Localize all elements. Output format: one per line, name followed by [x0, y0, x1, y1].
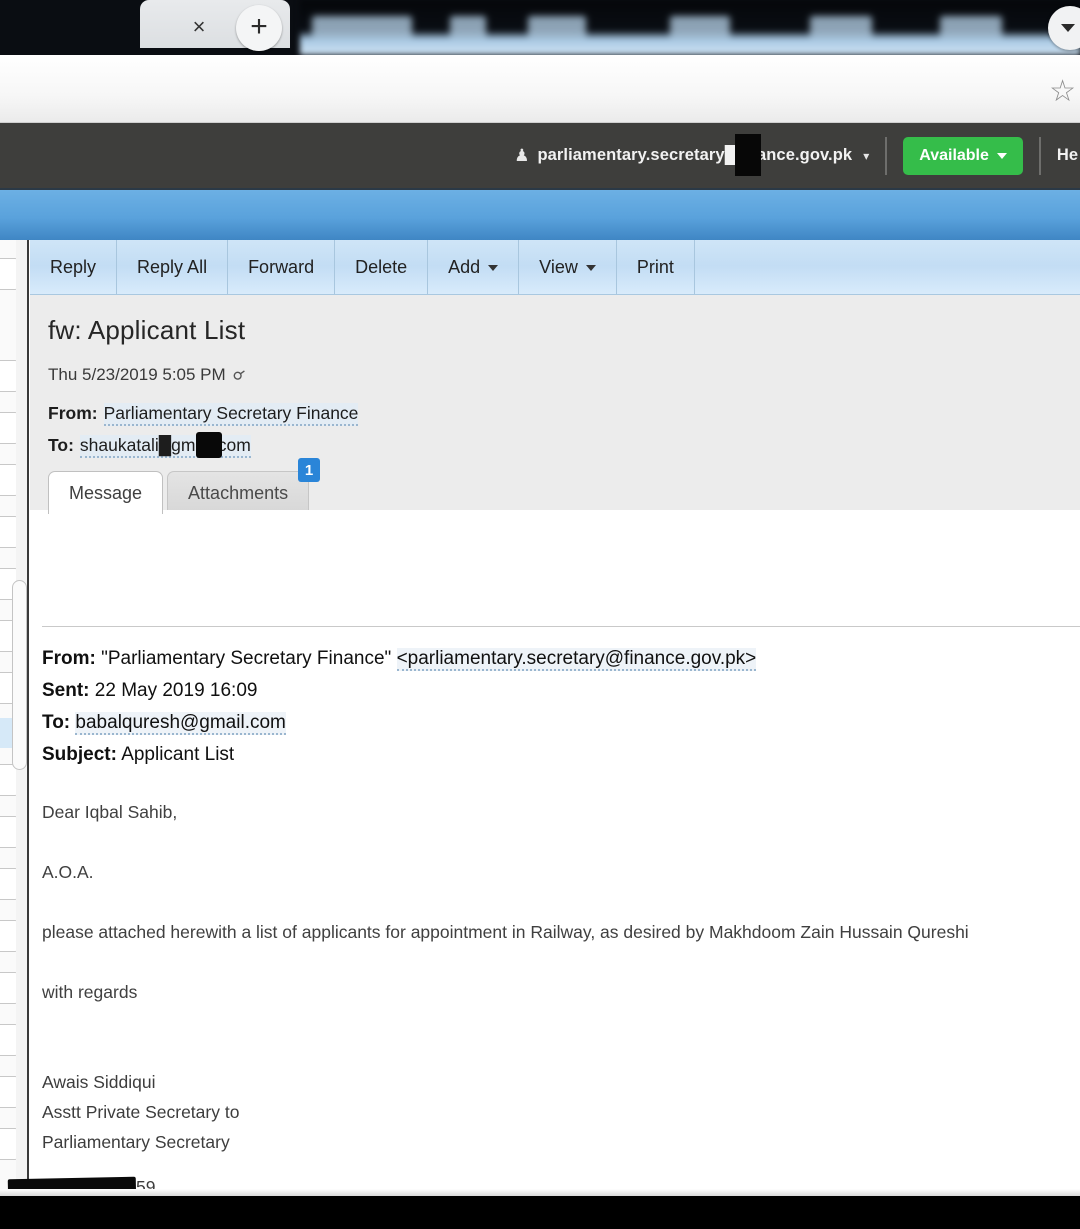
pane-separator — [27, 240, 29, 1189]
forward-label: Forward — [248, 256, 315, 277]
body-paragraph: please attached herewith a list of appli… — [42, 922, 969, 942]
quoted-subject-value: Applicant List — [121, 744, 235, 765]
quoted-sent-label: Sent: — [42, 680, 90, 701]
quoted-subject-label: Subject: — [42, 744, 117, 765]
message-to-row: To: shaukatali█gmail.com — [48, 432, 251, 458]
app-blue-bar — [0, 188, 1080, 240]
quoted-from-address[interactable]: <parliamentary.secretary@finance.gov.pk> — [396, 648, 757, 671]
message-from-row: From: Parliamentary Secretary Finance — [48, 403, 359, 426]
quoted-from-name: "Parliamentary Secretary Finance" — [101, 648, 392, 669]
print-label: Print — [636, 256, 674, 277]
message-datetime: Thu 5/23/2019 5:05 PM ☌ — [48, 365, 246, 385]
help-link[interactable]: He — [1057, 146, 1080, 165]
to-label: To: — [48, 435, 74, 455]
message-tabs: Message Attachments 1 — [48, 458, 321, 514]
from-value[interactable]: Parliamentary Secretary Finance — [103, 403, 359, 426]
message-datetime-text: Thu 5/23/2019 5:05 PM — [48, 365, 226, 384]
chevron-down-icon — [996, 152, 1007, 159]
message-subject: fw: Applicant List — [48, 315, 246, 345]
print-button[interactable]: Print — [617, 240, 695, 294]
reply-label: Reply — [50, 256, 97, 277]
chevron-down-icon — [488, 265, 499, 271]
to-value[interactable]: shaukatali█gmail.com — [79, 432, 251, 458]
app-header: ♟ parliamentary.secretary█finance.gov.pk… — [0, 123, 1080, 188]
bookmark-star-icon[interactable]: ☆ — [1049, 77, 1076, 107]
body-closing: with regards — [42, 982, 138, 1002]
tab-attachments-label: Attachments — [188, 483, 289, 503]
close-tab-icon[interactable]: × — [186, 14, 212, 40]
message-body: From: "Parliamentary Secretary Finance" … — [30, 510, 1080, 1189]
quoted-to-label: To: — [42, 712, 71, 733]
body-greeting: A.O.A. — [42, 862, 94, 882]
body-salutation: Dear Iqbal Sahib, — [42, 802, 178, 822]
sidebar-scrollbar-thumb[interactable] — [12, 580, 27, 770]
account-email-label: parliamentary.secretary█finance.gov.pk — [537, 134, 852, 176]
chevron-down-icon: ▾ — [863, 148, 870, 163]
paperclip-icon: ☌ — [229, 365, 247, 386]
quote-divider — [42, 626, 1080, 627]
chevron-down-icon — [585, 265, 596, 271]
new-tab-button[interactable]: + — [236, 5, 282, 51]
add-label: Add — [448, 256, 481, 277]
person-icon: ♟ — [514, 146, 530, 165]
reply-all-label: Reply All — [137, 256, 208, 277]
reply-all-button[interactable]: Reply All — [117, 240, 229, 294]
tab-attachments[interactable]: Attachments 1 — [167, 458, 321, 514]
browser-address-bar[interactable]: ☆ — [0, 55, 1080, 123]
forward-button[interactable]: Forward — [228, 240, 336, 294]
tab-message-label: Message — [69, 483, 143, 503]
redaction-box — [195, 432, 222, 458]
message-header-block: fw: Applicant List Thu 5/23/2019 5:05 PM… — [30, 295, 1080, 514]
signature-title-line-2: Parliamentary Secretary — [42, 1132, 230, 1152]
mail-toolbar: Reply Reply All Forward Delete Add View … — [30, 240, 1080, 295]
browser-tab-bar: × + — [0, 0, 1080, 55]
quoted-subject-row: Subject: Applicant List — [42, 744, 234, 766]
delete-button[interactable]: Delete — [335, 240, 429, 294]
quoted-to-row: To: babalquresh@gmail.com — [42, 712, 286, 735]
mail-reading-pane: Reply Reply All Forward Delete Add View … — [30, 240, 1080, 1189]
add-menu-button[interactable]: Add — [428, 240, 520, 294]
signature-name: Awais Siddiqui — [42, 1072, 156, 1092]
reply-button[interactable]: Reply — [30, 240, 118, 294]
quoted-from-row: From: "Parliamentary Secretary Finance" … — [42, 648, 757, 671]
quoted-to-value[interactable]: babalquresh@gmail.com — [75, 712, 286, 735]
view-menu-button[interactable]: View — [519, 240, 617, 294]
bottom-black-bar — [0, 1196, 1080, 1229]
quoted-sent-value: 22 May 2019 16:09 — [94, 680, 258, 701]
tab-message[interactable]: Message — [48, 471, 164, 514]
quoted-sent-row: Sent: 22 May 2019 16:09 — [42, 680, 257, 702]
account-menu[interactable]: ♟ parliamentary.secretary█finance.gov.pk… — [514, 134, 870, 176]
delete-label: Delete — [355, 256, 408, 277]
header-divider — [885, 136, 888, 175]
pane-bottom-edge — [0, 1189, 1080, 1196]
redaction-box — [735, 134, 762, 176]
attachments-count-badge: 1 — [298, 458, 321, 482]
from-label: From: — [48, 403, 98, 423]
quoted-from-label: From: — [42, 648, 96, 669]
availability-status-button[interactable]: Available — [903, 136, 1023, 175]
blurred-background-tabs — [300, 0, 1080, 55]
view-label: View — [539, 256, 578, 277]
availability-label: Available — [919, 146, 989, 164]
header-divider-2 — [1038, 136, 1041, 175]
signature-title-line-1: Asstt Private Secretary to — [42, 1102, 240, 1122]
